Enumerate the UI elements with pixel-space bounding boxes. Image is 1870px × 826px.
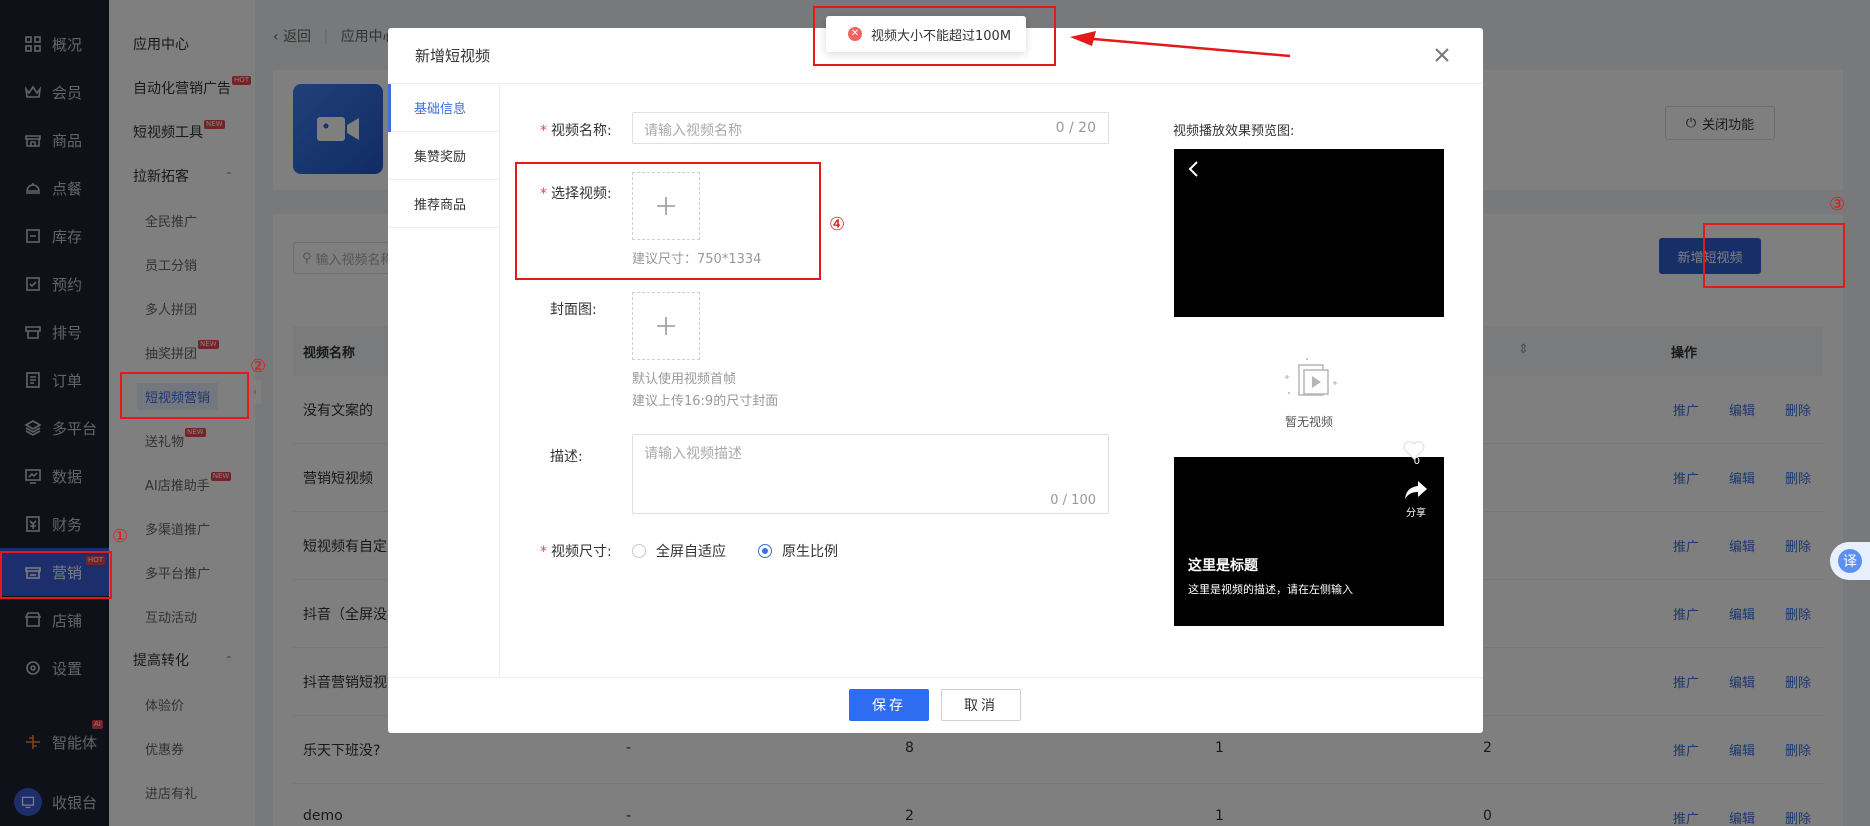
annotation-box-short-video [120,372,249,419]
cover-hint-ratio: 建议上传16:9的尺寸封面 [632,394,779,409]
video-size-label: * 视频尺寸: [540,544,612,560]
share-icon [1405,481,1427,499]
empty-video-icon [1285,358,1337,396]
empty-video-area: 暂无视频 [1174,317,1444,460]
annotation-4: ④ [829,214,846,235]
close-icon[interactable] [1431,44,1453,66]
tab-basic-info[interactable]: 基础信息 [388,84,499,132]
char-counter: 0 / 100 [1050,493,1096,508]
translate-button[interactable]: 译 [1830,542,1870,580]
dialog-footer: 保存 取消 [388,677,1483,733]
dialog-title: 新增短视频 [415,47,491,65]
desc-label: 描述: [550,449,583,465]
add-short-video-dialog: 新增短视频 基础信息 集赞奖励 推荐商品 * 视频名称: 请输入视频名称 0 / … [388,28,1483,733]
annotation-3: ③ [1829,194,1846,215]
annotation-2: ② [250,356,267,377]
radio-native-ratio[interactable]: 原生比例 [758,541,838,561]
annotation-1: ① [112,526,129,547]
phone-preview: 暂无视频 0 分享 这里是标题 这里是视频的描述，请在左侧输入 [1174,149,1444,626]
annotation-box-add-video [1703,223,1845,288]
like-count: 0 [1413,456,1420,467]
plus-icon [657,317,675,335]
video-name-input[interactable]: 请输入视频名称 0 / 20 [632,112,1109,144]
desc-textarea[interactable]: 请输入视频描述 0 / 100 [632,434,1109,514]
video-name-label: * 视频名称: [540,123,612,139]
preview-title: 视频播放效果预览图: [1173,124,1295,139]
char-counter: 0 / 20 [1055,120,1096,136]
translate-icon: 译 [1838,549,1862,573]
annotation-box-toast [813,6,1056,66]
cover-hint-first-frame: 默认使用视频首帧 [632,372,737,387]
save-button[interactable]: 保存 [849,689,929,721]
tab-recommended-goods[interactable]: 推荐商品 [388,180,499,228]
cancel-button[interactable]: 取消 [941,689,1021,721]
tab-like-reward[interactable]: 集赞奖励 [388,132,499,180]
annotation-arrow [1070,31,1291,58]
preview-video-desc: 这里是视频的描述，请在左侧输入 [1188,583,1353,596]
annotation-box-select-video [515,162,821,280]
dialog-tabs: 基础信息 集赞奖励 推荐商品 [388,84,500,677]
preview-video-title: 这里是标题 [1188,558,1258,574]
cover-label: 封面图: [550,302,597,318]
annotation-box-marketing [0,551,112,599]
radio-fullscreen-adaptive[interactable]: 全屏自适应 [632,541,726,561]
cover-upload-button[interactable] [632,292,700,360]
back-arrow-icon [1186,159,1200,179]
empty-video-text: 暂无视频 [1284,415,1333,429]
share-button: 分享 [1404,479,1428,519]
